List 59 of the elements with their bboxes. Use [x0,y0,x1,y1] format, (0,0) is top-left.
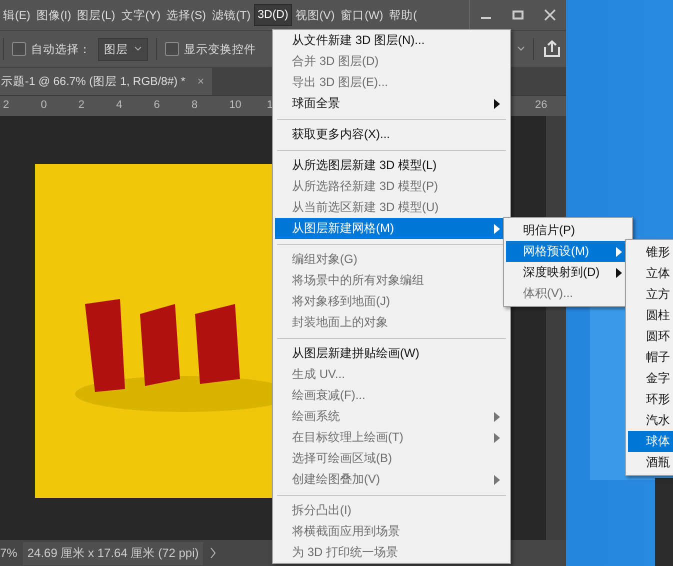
submenu-arrow-icon [494,224,500,234]
menu-item[interactable]: 圆柱 [628,305,673,326]
zoom-level: 7% [0,546,18,560]
document-info: 24.69 厘米 x 17.64 厘米 (72 ppi) [23,542,203,564]
menu-bar-item[interactable]: 窗口(W) [338,4,386,26]
ruler-label: 8 [192,99,198,111]
menu-item[interactable]: 环形 [628,389,673,410]
submenu-arrow-icon [494,98,500,108]
ruler-label: 2 [3,99,10,111]
ruler-label: 10 [229,99,242,111]
menu-bar-item[interactable]: 帮助( [386,4,420,26]
menu-item[interactable]: 帽子 [628,347,673,368]
menu-bar-item[interactable]: 3D(D) [254,4,292,26]
menu-bar-item[interactable]: 选择(S) [164,4,209,26]
menu-item[interactable]: 球面全景 [275,93,508,114]
ruler-label: 4 [116,99,122,111]
document-tab[interactable]: 示题-1 @ 66.7% (图层 1, RGB/8#) * × [0,68,212,95]
close-tab-button[interactable]: × [197,76,204,88]
ruler-label: 6 [154,99,160,111]
menu-item[interactable]: 从文件新建 3D 图层(N)... [275,30,508,51]
ruler-label: 26 [535,99,548,111]
menu-bar-item[interactable]: 图像(I) [33,4,74,26]
menu-bar-item[interactable]: 图层(L) [74,4,118,26]
auto-select-label: 自动选择： [31,42,91,56]
menu-item[interactable]: 明信片(P) [506,220,630,241]
menu-item[interactable]: 立方 [628,284,673,305]
ruler-label: 1 [266,99,274,111]
document-title: 示题-1 @ 66.7% (图层 1, RGB/8#) * [1,74,186,89]
menu-bar-item[interactable]: 滤镜(T) [208,4,254,26]
submenu-arrow-icon [494,474,500,484]
ruler-label: 2 [78,99,85,111]
ruler-label: 0 [40,99,47,111]
submenu-arrow-icon [494,432,500,442]
share-icon[interactable] [542,40,562,58]
menu-item[interactable]: 酒瓶 [628,452,673,473]
menu-item[interactable]: 金字 [628,368,673,389]
chevron-icon[interactable] [208,547,217,559]
menu-item[interactable]: 从所选图层新建 3D 模型(L) [275,155,508,176]
submenu-arrow-icon [616,268,622,278]
menu-item[interactable]: 从图层新建拼贴绘画(W) [275,343,508,364]
close-icon[interactable] [544,9,556,21]
show-transform-label: 显示变换控件 [184,42,256,56]
menu-item[interactable]: 锥形 [628,242,673,263]
menu-item[interactable]: 圆环 [628,326,673,347]
menu-item[interactable]: 汽水 [628,410,673,431]
maximize-icon[interactable] [512,9,524,21]
menu-item[interactable]: 球体 [628,431,673,452]
menu-bar-item[interactable]: 文字(Y) [118,4,164,26]
layer-dropdown[interactable]: 图层 [98,38,148,60]
caret-icon[interactable] [517,46,525,52]
menu-item[interactable]: 立体 [628,263,673,284]
submenu-arrow-icon [494,412,500,422]
checkbox[interactable] [165,42,179,56]
menu-item[interactable]: 获取更多内容(X)... [275,124,508,145]
caret-icon [134,46,142,52]
menu-bar-item[interactable]: 视图(V) [292,4,338,26]
menu-bar-item[interactable]: 辑(E) [0,4,34,26]
checkbox[interactable] [12,42,26,56]
submenu-arrow-icon [616,246,622,256]
